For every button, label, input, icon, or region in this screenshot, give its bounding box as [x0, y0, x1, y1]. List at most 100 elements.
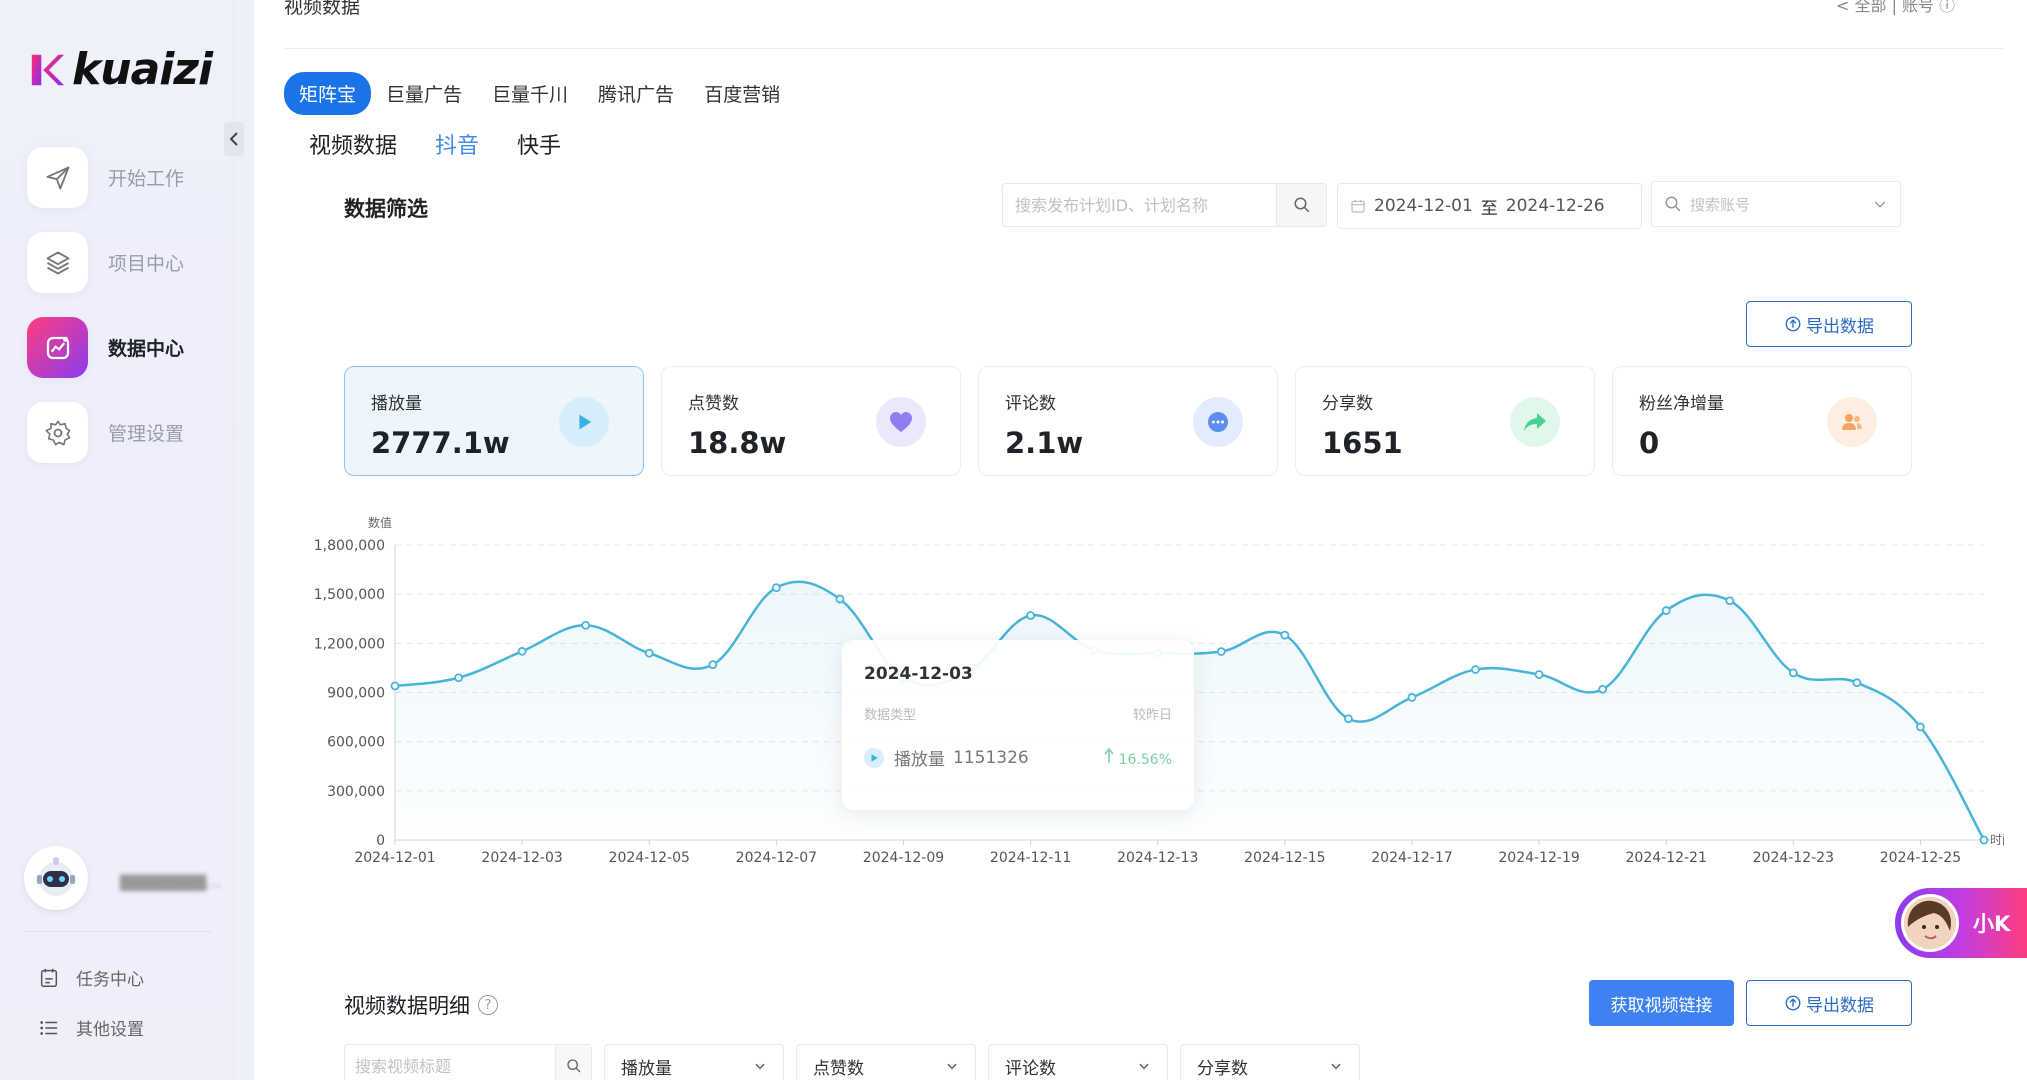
header-right-controls[interactable]: < 全部 | 账号 ⓘ [1836, 0, 1955, 16]
assistant-avatar [1901, 894, 1959, 952]
data-point [1979, 835, 1989, 845]
x-tick-label: 2024-12-23 [1753, 850, 1834, 865]
tab-tencent-ads[interactable]: 腾讯广告 [583, 72, 689, 115]
search-icon [566, 1059, 580, 1073]
help-icon[interactable]: ? [478, 995, 498, 1015]
tooltip-date: 2024-12-03 [864, 664, 973, 684]
layers-icon [27, 232, 88, 293]
other-settings-label: 其他设置 [76, 1020, 144, 1040]
assistant-label: 小K [1973, 912, 2011, 936]
select-label: 分享数 [1197, 1058, 1248, 1079]
upload-icon [1785, 995, 1801, 1011]
x-tick-label: 2024-12-15 [1244, 850, 1325, 865]
data-point [835, 594, 845, 604]
tooltip-compare-label: 较昨日 [1132, 708, 1172, 723]
tooltip-change-value: 16.56% [1118, 751, 1172, 768]
chevron-down-icon [755, 1063, 765, 1070]
tooltip-metric: 播放量 [894, 750, 945, 770]
stat-card-fans-growth[interactable]: 粉丝净增量 0 [1612, 366, 1912, 476]
tab-douyin[interactable]: 抖音 [435, 128, 479, 160]
collapse-sidebar-button[interactable] [224, 122, 244, 156]
data-point [581, 620, 591, 630]
x-tick-label: 2024-12-25 [1880, 850, 1961, 865]
account-search-select[interactable]: 搜索账号 [1651, 181, 1901, 227]
get-video-link-button[interactable]: 获取视频链接 [1589, 980, 1734, 1026]
tab-juliang-ads[interactable]: 巨量广告 [371, 72, 477, 115]
tab-kuaishou[interactable]: 快手 [517, 128, 561, 160]
date-separator: 至 [1480, 198, 1498, 219]
task-icon [40, 968, 58, 987]
sub-tabs: 视频数据 抖音 快手 [309, 128, 561, 160]
date-start: 2024-12-01 [1374, 196, 1473, 216]
detail-section-title: 视频数据明细 ? [344, 990, 498, 1020]
arrow-up-icon [1104, 747, 1114, 763]
plays-sort-select[interactable]: 播放量 [604, 1044, 784, 1080]
plan-search-input[interactable] [1003, 184, 1276, 226]
tooltip-type-label: 数据类型 [864, 708, 917, 723]
sidebar-item-start-work[interactable]: 开始工作 [27, 147, 184, 208]
comments-sort-select[interactable]: 评论数 [988, 1044, 1168, 1080]
data-point [708, 660, 718, 670]
data-point [1344, 714, 1353, 724]
other-settings-link[interactable]: 其他设置 [38, 1015, 144, 1040]
x-tick-label: 2024-12-11 [990, 850, 1071, 865]
y-tick-label: 900,000 [327, 686, 385, 702]
chart-icon [27, 317, 88, 378]
data-point [771, 583, 781, 593]
y-tick-label: 1,800,000 [314, 538, 385, 554]
assistant-button[interactable]: 小K [1895, 888, 2027, 958]
tab-video-data[interactable]: 视频数据 [309, 128, 397, 160]
main-panel: 视频数据 < 全部 | 账号 ⓘ 矩阵宝 巨量广告 巨量千川 腾讯广告 百度营销… [254, 0, 2027, 1080]
page-title: 视频数据 [284, 0, 361, 18]
data-point [1534, 670, 1544, 679]
upload-icon [1785, 316, 1801, 332]
video-title-search-input[interactable] [345, 1045, 555, 1080]
date-range-picker[interactable]: 2024-12-01 至 2024-12-26 [1337, 183, 1642, 229]
y-tick-label: 300,000 [327, 784, 385, 800]
stat-card-likes[interactable]: 点赞数 18.8w [661, 366, 961, 476]
share-icon [1510, 397, 1560, 447]
chevron-down-icon [1874, 201, 1886, 208]
tooltip-value: 1151326 [953, 747, 1029, 768]
sidebar-item-label: 开始工作 [108, 168, 185, 190]
search-button[interactable] [1276, 184, 1326, 226]
stat-card-plays[interactable]: 播放量 2777.1w [344, 366, 644, 476]
search-button[interactable] [555, 1045, 591, 1080]
calendar-icon [1351, 200, 1365, 213]
data-point [1026, 611, 1035, 620]
select-label: 评论数 [1005, 1058, 1056, 1079]
shares-sort-select[interactable]: 分享数 [1180, 1044, 1360, 1080]
sidebar-item-project-center[interactable]: 项目中心 [27, 232, 184, 293]
likes-sort-select[interactable]: 点赞数 [796, 1044, 976, 1080]
filter-section-title: 数据筛选 [344, 197, 428, 221]
y-tick-label: 1,200,000 [314, 636, 385, 652]
sidebar-item-label: 数据中心 [108, 338, 185, 360]
data-point [644, 648, 654, 658]
data-point [390, 681, 400, 691]
export-data-button[interactable]: 导出数据 [1746, 301, 1912, 347]
y-tick-label: 600,000 [327, 735, 385, 751]
task-center-link[interactable]: 任务中心 [38, 965, 144, 990]
x-tick-label: 2024-12-07 [736, 850, 817, 865]
data-point [454, 673, 463, 683]
x-tick-label: 2024-12-05 [609, 850, 690, 865]
assistant-face-icon [1904, 897, 1956, 949]
x-tick-label: 2024-12-17 [1371, 850, 1452, 865]
export-detail-button[interactable]: 导出数据 [1746, 980, 1912, 1026]
tab-matrix-bao[interactable]: 矩阵宝 [284, 72, 372, 115]
x-axis-label: 时间 [1990, 833, 2004, 847]
sidebar-item-management-settings[interactable]: 管理设置 [27, 402, 184, 463]
sidebar-item-data-center[interactable]: 数据中心 [27, 317, 184, 378]
tab-baidu-marketing[interactable]: 百度营销 [689, 72, 795, 115]
fans-icon [1827, 397, 1877, 447]
user-avatar[interactable] [24, 846, 88, 910]
stat-card-shares[interactable]: 分享数 1651 [1295, 366, 1595, 476]
x-tick-label: 2024-12-09 [863, 850, 944, 865]
stat-card-comments[interactable]: 评论数 2.1w [978, 366, 1278, 476]
data-point [1661, 606, 1671, 615]
tooltip-change: 16.56% [1104, 747, 1172, 768]
brand-logo[interactable]: kuaizi [28, 44, 213, 95]
data-point [1598, 684, 1608, 694]
chart-tooltip: 2024-12-03 数据类型 较昨日 播放量 1151326 16.56% [842, 640, 1194, 810]
tab-juliang-qianchuan[interactable]: 巨量千川 [477, 72, 583, 115]
